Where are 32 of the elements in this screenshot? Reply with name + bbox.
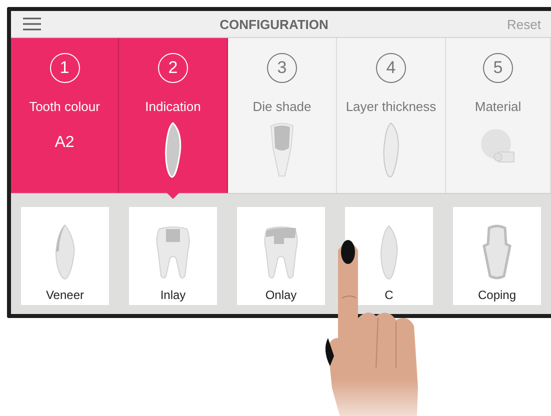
step-label: Die shade bbox=[252, 99, 312, 114]
step-tab[interactable]: 3 Die shade bbox=[228, 38, 337, 193]
step-label: Indication bbox=[145, 99, 201, 114]
screen-title: CONFIGURATION bbox=[220, 16, 328, 32]
material-icon bbox=[480, 128, 516, 164]
option-card[interactable]: C bbox=[345, 207, 433, 305]
coping-icon bbox=[482, 224, 512, 280]
tooth-icon bbox=[382, 122, 400, 178]
veneer-icon bbox=[54, 224, 76, 280]
step-number: 5 bbox=[483, 53, 513, 83]
option-card[interactable]: Coping bbox=[453, 207, 541, 305]
step-label: Material bbox=[474, 99, 522, 114]
step-tab[interactable]: 1 Tooth colour A2 bbox=[11, 38, 119, 193]
step-label: Layer thickness bbox=[346, 99, 436, 114]
molar-icon bbox=[262, 226, 300, 280]
tooth-icon bbox=[164, 122, 182, 178]
step-number: 1 bbox=[50, 53, 80, 83]
step-number: 4 bbox=[376, 53, 406, 83]
die-icon bbox=[269, 122, 295, 178]
tooth-icon bbox=[378, 224, 400, 280]
step-label: Tooth colour bbox=[29, 99, 100, 114]
molar-icon bbox=[154, 226, 192, 280]
step-value: A2 bbox=[54, 134, 74, 152]
step-tab[interactable]: 5 Material bbox=[446, 38, 551, 193]
step-tab[interactable]: 4 Layer thickness bbox=[337, 38, 446, 193]
option-card[interactable]: Onlay bbox=[237, 207, 325, 305]
step-number: 2 bbox=[158, 53, 188, 83]
step-number: 3 bbox=[267, 53, 297, 83]
menu-icon[interactable] bbox=[23, 17, 41, 31]
reset-link[interactable]: Reset bbox=[507, 16, 541, 32]
option-card[interactable]: Inlay bbox=[129, 207, 217, 305]
option-card[interactable]: Veneer bbox=[21, 207, 109, 305]
